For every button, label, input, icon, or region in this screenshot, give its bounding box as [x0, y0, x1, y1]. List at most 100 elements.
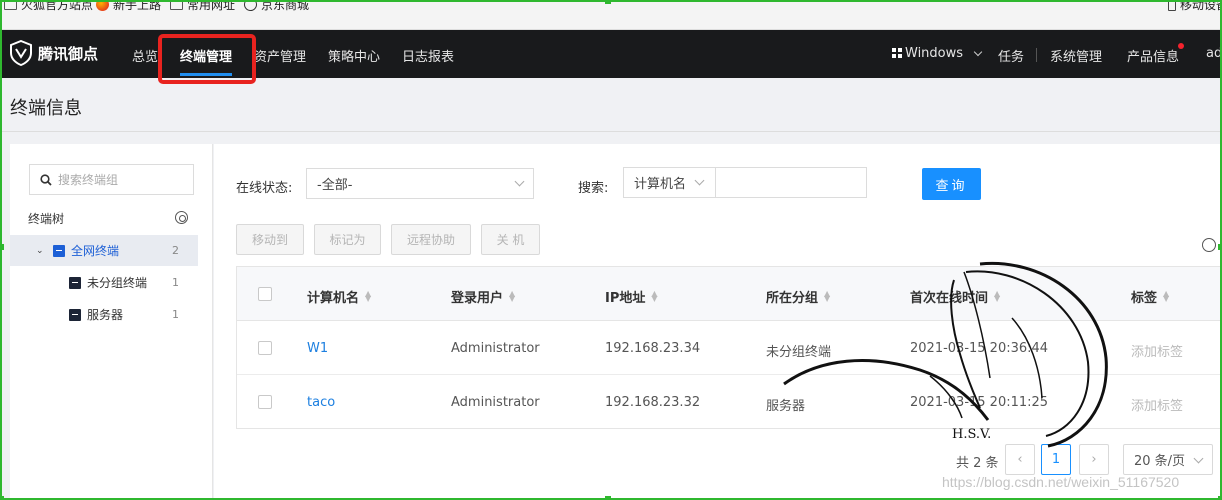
nav-tasks[interactable]: 任务 — [998, 46, 1024, 65]
online-status-select[interactable]: -全部- — [306, 168, 534, 199]
tree-node-label: 未分组终端 — [87, 276, 148, 290]
folder-icon — [4, 0, 17, 10]
bookmark-label: 移动设备 — [1180, 0, 1222, 12]
tree-node-all[interactable]: ⌄ 全网终端 2 — [10, 235, 198, 266]
select-all-checkbox[interactable] — [258, 287, 272, 301]
sort-icon: ▲ ▼ — [509, 289, 516, 303]
online-status-value: -全部- — [317, 178, 353, 193]
tree-node-servers[interactable]: 服务器 1 — [10, 299, 198, 330]
search-icon — [40, 173, 52, 186]
nav-overview[interactable]: 总览 — [132, 46, 158, 65]
mark-as-button[interactable]: 标记为 — [314, 224, 381, 255]
search-input[interactable] — [715, 167, 867, 198]
resize-handle[interactable] — [605, 496, 611, 500]
shield-logo-icon — [10, 40, 32, 66]
notification-dot — [1178, 43, 1184, 49]
url-watermark: https://blog.csdn.net/weixin_51167520 — [942, 474, 1180, 490]
bookmark-3[interactable]: 常用网址 — [170, 0, 235, 13]
tree-search-placeholder: 搜索终端组 — [58, 173, 119, 187]
cell-ip: 192.168.23.34 — [605, 341, 701, 356]
row-checkbox[interactable] — [258, 395, 272, 409]
nav-product-info[interactable]: 产品信息 — [1127, 46, 1179, 65]
online-status-label: 在线状态: — [236, 181, 293, 196]
sort-icon: ▲ ▼ — [1163, 289, 1170, 303]
computer-name-link[interactable]: W1 — [307, 341, 328, 356]
search-field-select[interactable]: 计算机名 — [623, 167, 716, 198]
windows-icon — [892, 48, 902, 58]
column-header-tag[interactable]: 标签 ▲ ▼ — [1131, 287, 1170, 307]
os-select-value: Windows — [905, 46, 964, 61]
column-header-name[interactable]: 计算机名 ▲ ▼ — [307, 287, 372, 307]
nav-divider — [1036, 48, 1037, 62]
bookmark-1[interactable]: 火狐官方站点 — [4, 0, 93, 13]
column-header-user[interactable]: 登录用户 ▲ ▼ — [451, 287, 516, 307]
folder-icon — [170, 0, 183, 10]
resize-handle[interactable] — [1218, 496, 1222, 500]
terminal-tree-panel: 搜索终端组 终端树 ⌄ 全网终端 2 未分组终端 1 服务器 1 — [10, 144, 213, 500]
os-select[interactable]: Windows — [892, 46, 983, 61]
sort-icon: ▲ ▼ — [365, 289, 372, 303]
bookmark-2[interactable]: 新手上路 — [96, 0, 161, 13]
page-size-select[interactable]: 20 条/页 — [1123, 444, 1213, 475]
bookmark-label: 火狐官方站点 — [21, 0, 94, 12]
tree-title: 终端树 — [28, 212, 65, 226]
nav-system-management[interactable]: 系统管理 — [1050, 46, 1102, 65]
column-header-label: IP地址 — [605, 291, 646, 306]
resize-handle[interactable] — [605, 0, 611, 4]
nav-log-reports[interactable]: 日志报表 — [402, 46, 454, 65]
query-button[interactable]: 查询 — [922, 168, 981, 200]
chevron-down-icon[interactable]: ⌄ — [36, 246, 44, 256]
add-tag-link[interactable]: 添加标签 — [1131, 341, 1183, 360]
chevron-down-icon — [514, 176, 525, 187]
tree-search-input[interactable]: 搜索终端组 — [29, 164, 194, 195]
group-icon — [69, 308, 81, 321]
settings-icon[interactable] — [1202, 238, 1216, 252]
move-to-button[interactable]: 移动到 — [236, 224, 304, 255]
search-field-value: 计算机名 — [634, 177, 687, 192]
bookmark-4[interactable]: 京东商城 — [244, 0, 309, 13]
group-icon — [69, 276, 81, 289]
resize-handle[interactable] — [1218, 244, 1222, 250]
mobile-icon — [1168, 0, 1176, 11]
tree-node-count: 1 — [172, 308, 179, 321]
bookmark-mobile[interactable]: 移动设备 — [1168, 0, 1222, 13]
gear-icon[interactable] — [175, 211, 188, 224]
brand-name: 腾讯御点 — [38, 44, 99, 63]
bookmarks-bar: 火狐官方站点 新手上路 常用网址 京东商城 移动设备 — [0, 0, 1222, 30]
column-header-label: 计算机名 — [307, 291, 360, 306]
cell-user: Administrator — [451, 395, 540, 410]
brand[interactable]: 腾讯御点 — [10, 40, 98, 66]
page-size-value: 20 条/页 — [1134, 454, 1186, 469]
nav-asset-management[interactable]: 资产管理 — [254, 46, 306, 65]
chevron-down-icon — [694, 175, 705, 186]
column-header-label: 登录用户 — [451, 291, 504, 306]
page-header: 终端信息 — [0, 78, 1222, 132]
bookmark-label: 常用网址 — [187, 0, 236, 12]
row-checkbox[interactable] — [258, 341, 272, 355]
ink-logo-watermark: H.S.V. — [783, 261, 1108, 448]
column-header-label: 标签 — [1131, 291, 1158, 306]
tree-node-count: 2 — [172, 244, 179, 257]
column-header-ip[interactable]: IP地址 ▲ ▼ — [605, 287, 658, 307]
resize-handle[interactable] — [0, 244, 4, 250]
computer-name-link[interactable]: taco — [307, 395, 335, 410]
tree-node-label: 全网终端 — [71, 244, 120, 258]
chevron-down-icon — [1193, 453, 1204, 464]
remote-assist-button[interactable]: 远程协助 — [391, 224, 471, 255]
svg-text:H.S.V.: H.S.V. — [952, 427, 991, 442]
shutdown-button[interactable]: 关 机 — [481, 224, 540, 255]
add-tag-link[interactable]: 添加标签 — [1131, 395, 1183, 414]
group-icon — [53, 244, 65, 257]
chevron-down-icon — [973, 47, 983, 57]
tree-node-ungrouped[interactable]: 未分组终端 1 — [10, 267, 198, 298]
bookmark-label: 新手上路 — [113, 0, 162, 12]
globe-icon — [244, 0, 257, 11]
nav-user[interactable]: ad — [1206, 46, 1222, 61]
firefox-icon — [96, 0, 109, 11]
resize-handle[interactable] — [0, 496, 4, 500]
cell-ip: 192.168.23.32 — [605, 395, 701, 410]
page-title: 终端信息 — [10, 98, 82, 119]
nav-policy-center[interactable]: 策略中心 — [328, 46, 380, 65]
tree-node-label: 服务器 — [87, 308, 124, 322]
search-label: 搜索: — [578, 181, 609, 196]
